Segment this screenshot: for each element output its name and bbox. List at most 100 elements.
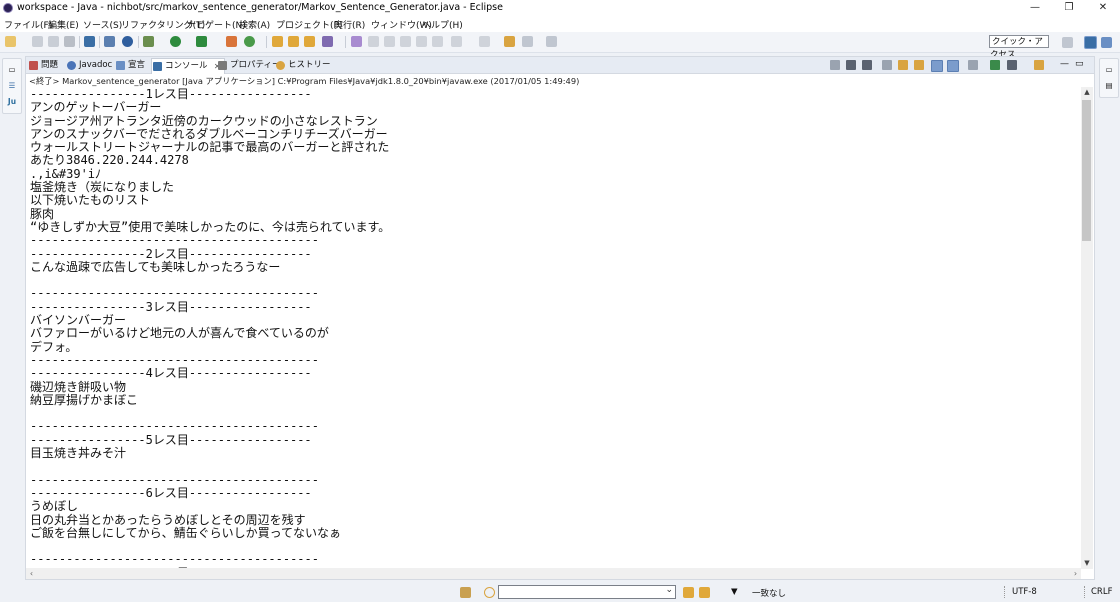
settings-gear-icon[interactable] (122, 36, 133, 47)
line-delimiter-label[interactable]: CRLF (1091, 587, 1112, 597)
console-output[interactable]: ----------------1レス目----------------- アンの… (30, 88, 1078, 568)
new-icon[interactable] (5, 36, 16, 47)
console-line: こんな過疎で広告しても美味しかったろうなー (30, 259, 281, 274)
run-icon[interactable] (170, 36, 181, 47)
scroll-thumb[interactable] (1082, 100, 1091, 241)
minimize-button[interactable]: — (1018, 0, 1052, 16)
outline-icon[interactable]: ▤ (1104, 81, 1114, 90)
right-trim-bar: ▭ ▤ (1099, 58, 1119, 98)
quick-access-field[interactable]: クイック・アクセス (989, 35, 1049, 60)
print-icon[interactable] (64, 36, 75, 47)
vertical-scrollbar[interactable]: ▲ ▼ (1081, 87, 1093, 569)
annotation-next-icon[interactable] (384, 36, 395, 47)
java-perspective-icon[interactable] (1101, 37, 1112, 48)
scroll-lock-icon[interactable] (898, 60, 908, 70)
display-selected-console-icon[interactable] (1007, 60, 1017, 70)
history-icon (276, 61, 285, 70)
menu-search[interactable]: 検索(A) (239, 18, 270, 31)
console-process-label: <終了> Markov_sentence_generator [Java アプリ… (29, 76, 580, 86)
remove-launch-icon[interactable] (846, 60, 856, 70)
title-bar: workspace - Java - nichbot/src/markov_se… (0, 0, 1120, 16)
find-input[interactable]: ⌄ (498, 585, 676, 599)
show-on-stderr-icon[interactable] (947, 60, 959, 72)
prev-annotation-icon[interactable] (479, 36, 490, 47)
find-replace-icon[interactable] (460, 587, 471, 598)
word-wrap-icon[interactable] (416, 36, 427, 47)
tab-javadoc[interactable]: Javadoc (66, 58, 112, 73)
open-folder-icon[interactable] (288, 36, 299, 47)
menu-source[interactable]: ソース(S) (83, 18, 122, 31)
pin-icon[interactable] (368, 36, 379, 47)
console-line: ジョージア州アトランタ近傍のカークウッドの小さなレストラン (30, 113, 378, 128)
annotation-prev-icon[interactable] (400, 36, 411, 47)
menu-project[interactable]: プロジェクト(P) (276, 18, 342, 31)
back-icon[interactable] (522, 36, 533, 47)
menu-file[interactable]: ファイル(F) (4, 18, 52, 31)
restore-icon[interactable]: ▭ (7, 65, 17, 74)
next-annotation-icon[interactable] (451, 36, 462, 47)
external-tools-icon[interactable] (226, 36, 237, 47)
coverage-icon[interactable] (196, 36, 207, 47)
tab-properties[interactable]: プロパティー (217, 58, 281, 73)
scroll-right-icon[interactable]: › (1070, 568, 1081, 579)
horizontal-scrollbar[interactable]: ‹ › (26, 568, 1081, 579)
console-line: ----------------3レス目----------------- (30, 299, 312, 314)
terminate-icon[interactable] (830, 60, 840, 70)
tab-declaration[interactable]: 宣言 (115, 58, 145, 73)
save-icon[interactable] (32, 36, 43, 47)
tab-problems[interactable]: 問題 (28, 58, 58, 73)
console-line: 磯辺焼き餅吸い物 (30, 379, 127, 394)
open-type-icon[interactable] (272, 36, 283, 47)
close-button[interactable]: ✕ (1086, 0, 1120, 16)
find-previous-icon[interactable] (699, 587, 710, 598)
maximize-view-icon[interactable]: ▭ (1075, 60, 1085, 70)
properties-icon (218, 61, 227, 70)
encoding-label[interactable]: UTF-8 (1012, 587, 1037, 597)
scroll-left-icon[interactable]: ‹ (26, 568, 37, 579)
package-explorer-icon[interactable]: ☰ (7, 81, 17, 90)
java-ee-perspective-icon[interactable] (1084, 36, 1097, 49)
remove-all-terminated-icon[interactable] (862, 60, 872, 70)
tab-label: ヒストリー (288, 60, 331, 70)
tab-console[interactable]: コンソール ✕ (151, 58, 225, 74)
toggle-mark-icon[interactable] (351, 36, 362, 47)
find-next-icon[interactable] (683, 587, 694, 598)
minimize-view-icon[interactable]: — (1060, 60, 1070, 70)
eclipse-logo-icon (3, 3, 13, 13)
menu-navigate[interactable]: ナビゲート(N) (187, 18, 246, 31)
tab-history[interactable]: ヒストリー (275, 58, 331, 73)
clear-console-icon[interactable] (882, 60, 892, 70)
menu-edit[interactable]: 編集(E) (48, 18, 79, 31)
javadoc-icon (67, 61, 76, 70)
menu-help[interactable]: ヘルプ(H) (422, 18, 463, 31)
search-icon[interactable] (322, 36, 333, 47)
show-whitespace-icon[interactable] (432, 36, 443, 47)
terminal-icon[interactable] (84, 36, 95, 47)
restore-right-icon[interactable]: ▭ (1104, 65, 1114, 74)
open-perspective-icon[interactable] (1062, 37, 1073, 48)
menu-run[interactable]: 実行(R) (334, 18, 365, 31)
new-console-icon[interactable] (1034, 60, 1044, 70)
debug-icon[interactable] (143, 36, 154, 47)
problems-icon (29, 61, 38, 70)
junit-icon[interactable]: Ju (7, 97, 17, 106)
chevron-down-icon[interactable]: ⌄ (665, 585, 673, 595)
skip-breakpoints-icon[interactable] (104, 36, 115, 47)
word-wrap-console-icon[interactable] (914, 60, 924, 70)
console-line: ----------------4レス目----------------- (30, 366, 312, 381)
last-edit-location-icon[interactable] (504, 36, 515, 47)
window-title: workspace - Java - nichbot/src/markov_se… (17, 2, 503, 13)
forward-icon[interactable] (546, 36, 557, 47)
new-java-project-icon[interactable] (244, 36, 255, 47)
pin-console-icon[interactable] (968, 60, 978, 70)
open-task-icon[interactable] (304, 36, 315, 47)
save-all-icon[interactable] (48, 36, 59, 47)
open-console-icon[interactable] (990, 60, 1000, 70)
scroll-down-icon[interactable]: ▼ (1081, 558, 1093, 569)
scroll-up-icon[interactable]: ▲ (1081, 87, 1093, 98)
find-options-chevron-icon[interactable]: ▼ (731, 587, 738, 597)
show-on-stdout-icon[interactable] (931, 60, 943, 72)
console-line: ----------------5レス目----------------- (30, 432, 312, 447)
restore-button[interactable]: ❐ (1052, 0, 1086, 16)
console-line: ---------------------------------------- (30, 472, 319, 487)
